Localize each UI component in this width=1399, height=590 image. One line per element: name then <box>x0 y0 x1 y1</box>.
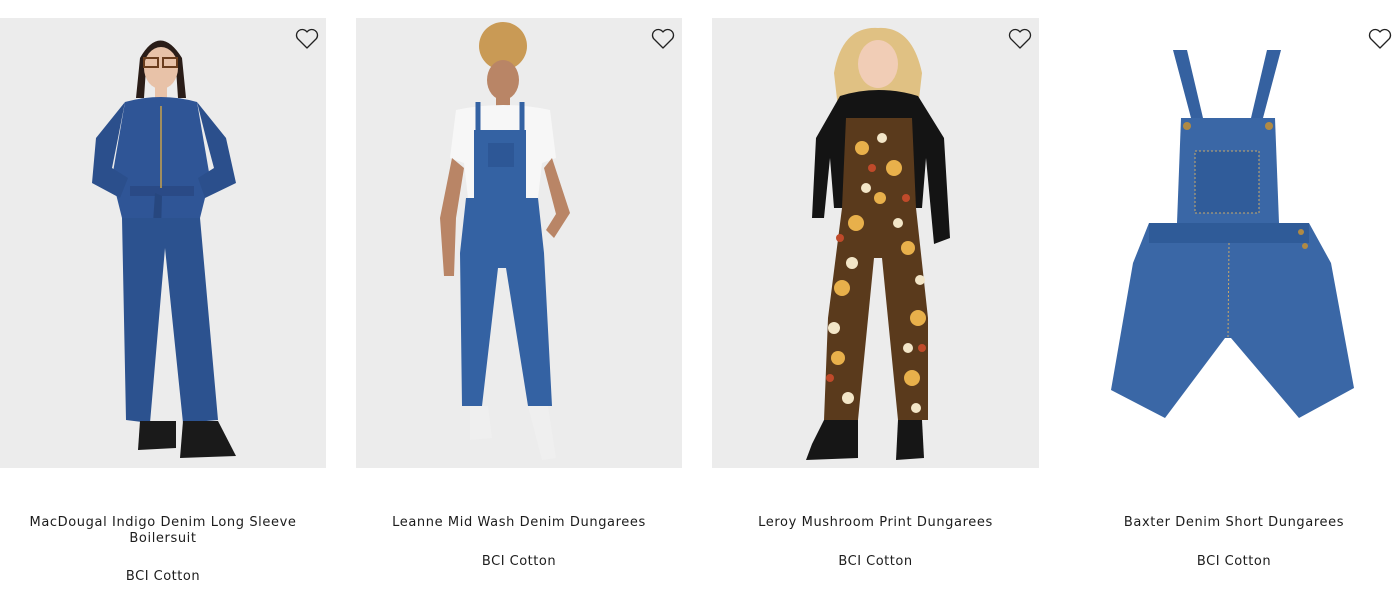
heart-outline-icon <box>1008 28 1032 49</box>
wishlist-button[interactable] <box>294 26 320 52</box>
wishlist-button[interactable] <box>1007 26 1033 52</box>
product-title[interactable]: MacDougal Indigo Denim Long Sleeve Boile… <box>0 515 326 547</box>
product-image-link[interactable] <box>712 18 1039 468</box>
product-card[interactable]: Leroy Mushroom Print Dungarees BCI Cotto… <box>712 18 1039 569</box>
model-mushroom-print-dungarees-image <box>712 18 1039 468</box>
wishlist-button[interactable] <box>650 26 676 52</box>
product-image-link[interactable] <box>356 18 682 468</box>
heart-outline-icon <box>295 28 319 49</box>
model-denim-dungarees-image <box>356 18 682 468</box>
heart-outline-icon <box>1368 28 1392 49</box>
product-material: BCI Cotton <box>125 569 201 584</box>
product-image-link[interactable] <box>1069 18 1399 468</box>
wishlist-button[interactable] <box>1367 26 1393 52</box>
product-title[interactable]: Leroy Mushroom Print Dungarees <box>712 515 1039 531</box>
product-image-link[interactable] <box>0 18 326 468</box>
product-title[interactable]: Baxter Denim Short Dungarees <box>1069 515 1399 531</box>
product-material: BCI Cotton <box>1196 554 1272 569</box>
product-card[interactable]: Leanne Mid Wash Denim Dungarees BCI Cott… <box>356 18 682 569</box>
product-material: BCI Cotton <box>481 554 557 569</box>
product-title[interactable]: Leanne Mid Wash Denim Dungarees <box>356 515 682 531</box>
product-material: BCI Cotton <box>838 554 913 569</box>
model-denim-boilersuit-image <box>0 18 326 468</box>
product-card[interactable]: MacDougal Indigo Denim Long Sleeve Boile… <box>0 18 326 584</box>
product-card[interactable]: Baxter Denim Short Dungarees BCI Cotton <box>1069 18 1399 569</box>
heart-outline-icon <box>651 28 675 49</box>
denim-short-dungarees-image <box>1069 18 1399 468</box>
